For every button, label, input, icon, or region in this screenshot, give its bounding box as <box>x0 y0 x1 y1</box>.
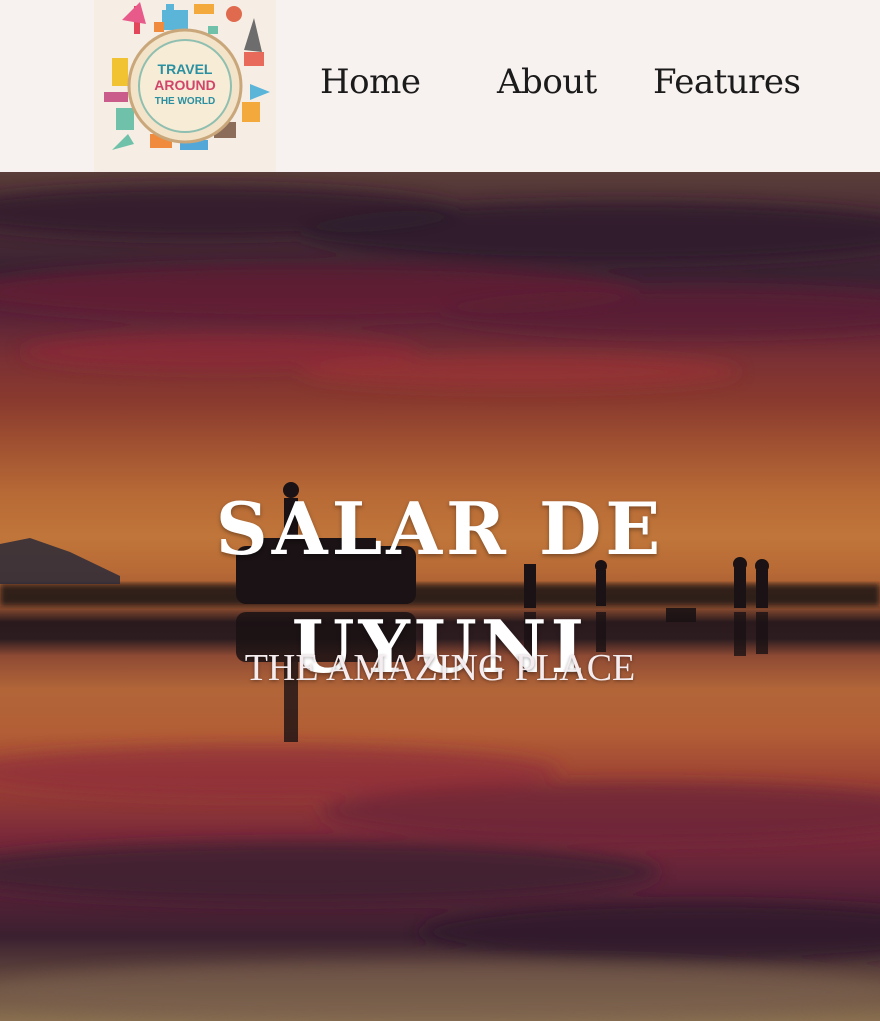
page: TRAVEL AROUND THE WORLD Home About Featu… <box>0 0 880 1021</box>
travel-around-the-world-logo-icon: TRAVEL AROUND THE WORLD <box>104 2 270 150</box>
logo-text-line3: THE WORLD <box>155 96 216 107</box>
logo-text-line1: TRAVEL <box>158 61 213 77</box>
hero-section: SALAR DE UYUNI THE AMAZING PLACE <box>0 172 880 1021</box>
site-header: TRAVEL AROUND THE WORLD Home About Featu… <box>0 0 880 172</box>
hero-subtitle: THE AMAZING PLACE <box>244 647 636 689</box>
logo-text-line2: AROUND <box>154 77 215 93</box>
nav-features-link[interactable]: Features <box>653 62 801 102</box>
site-logo[interactable]: TRAVEL AROUND THE WORLD <box>94 0 276 172</box>
hero-title-line1: SALAR DE <box>215 486 665 572</box>
nav-about-link[interactable]: About <box>497 62 597 102</box>
nav-home-link[interactable]: Home <box>320 62 421 102</box>
